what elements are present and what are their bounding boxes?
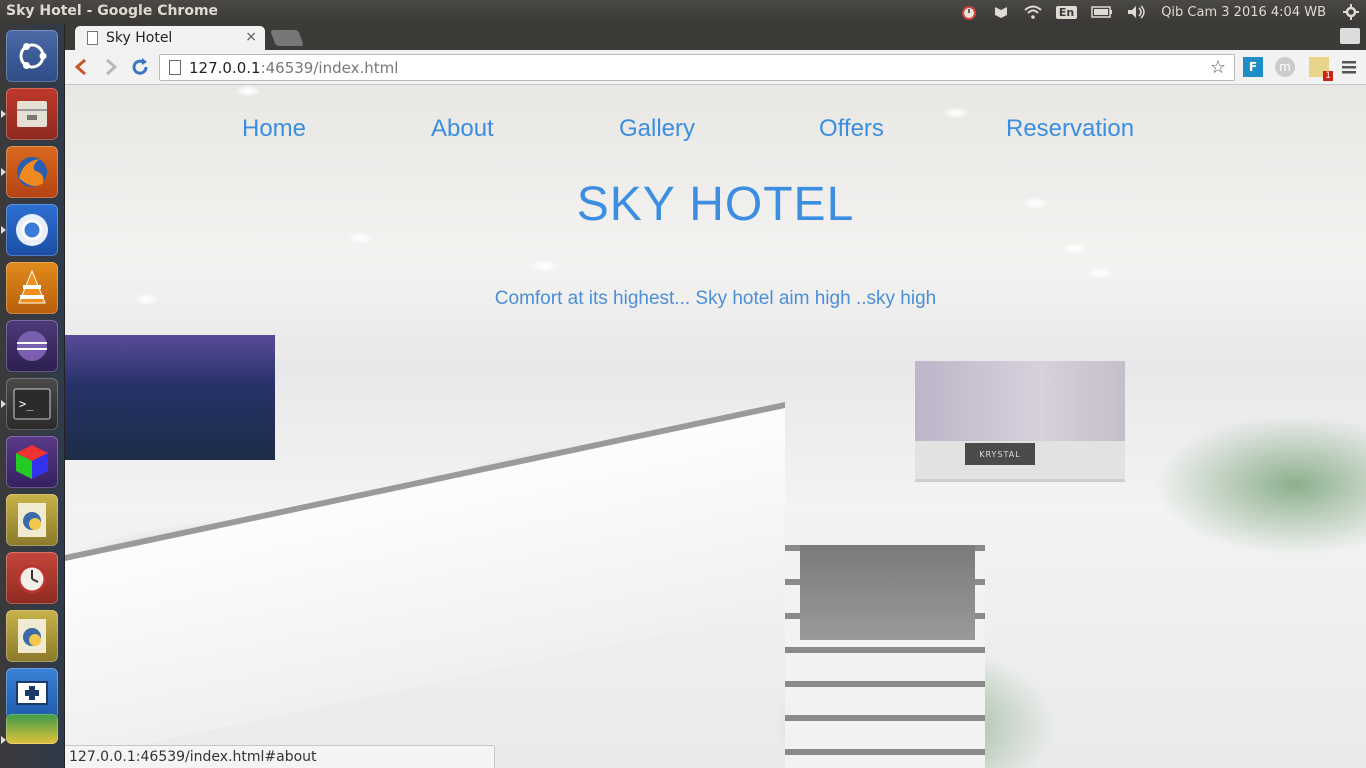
url-host: 127.0.0.1 <box>189 58 261 77</box>
address-bar[interactable]: 127.0.0.1:46539/index.html ☆ <box>159 54 1235 81</box>
vlc-icon[interactable] <box>6 262 58 314</box>
battery-icon[interactable] <box>1091 6 1113 18</box>
browser-toolbar: 127.0.0.1:46539/index.html ☆ F m 1 <box>65 50 1366 85</box>
bookmark-star-icon[interactable]: ☆ <box>1210 57 1226 78</box>
alarm-clock-icon[interactable] <box>6 552 58 604</box>
tab-sky-hotel[interactable]: Sky Hotel × <box>75 26 265 50</box>
gear-icon[interactable] <box>1343 4 1359 20</box>
chrome-menu-icon[interactable] <box>1339 57 1359 77</box>
tab-close-icon[interactable]: × <box>245 29 257 45</box>
page-icon <box>87 31 98 45</box>
files-icon[interactable] <box>1 88 58 140</box>
site-tagline: Comfort at its highest... Sky hotel aim … <box>494 288 937 309</box>
screenshot-tool-icon[interactable] <box>6 668 58 720</box>
site-title: SKY HOTEL <box>576 178 855 231</box>
nav-offers[interactable]: Offers <box>819 115 884 143</box>
tab-title: Sky Hotel <box>106 30 173 46</box>
unity-launcher: >_ <box>0 24 65 768</box>
terminal-icon[interactable]: >_ <box>1 378 58 430</box>
tab-strip: Sky Hotel × <box>65 24 1366 50</box>
clock[interactable]: Qib Cam 3 2016 4:04 WB <box>1161 5 1326 20</box>
chrome-launcher-icon[interactable] <box>1 714 58 744</box>
dropbox-icon[interactable] <box>992 4 1010 20</box>
extension-m-icon[interactable]: m <box>1275 57 1295 77</box>
new-tab-button[interactable] <box>270 30 304 46</box>
python-script-2-icon[interactable] <box>6 610 58 662</box>
profile-button[interactable] <box>1340 28 1360 44</box>
svg-text:>_: >_ <box>19 397 34 411</box>
page-info-icon[interactable] <box>169 60 181 75</box>
firefox-icon[interactable] <box>1 146 58 198</box>
volume-icon[interactable] <box>1127 5 1147 19</box>
extension-badge-icon[interactable]: 1 <box>1309 57 1333 81</box>
back-button[interactable] <box>69 55 93 79</box>
eclipse-icon[interactable] <box>6 320 58 372</box>
site-nav: Home About Gallery Offers Reservation <box>65 115 1366 155</box>
lobby-sign: KRYSTAL <box>965 443 1035 465</box>
nav-about[interactable]: About <box>431 115 494 143</box>
cube-app-icon[interactable] <box>6 436 58 488</box>
reload-button[interactable] <box>128 55 152 79</box>
python-script-icon[interactable] <box>6 494 58 546</box>
extension-badge-count: 1 <box>1323 71 1333 81</box>
chrome-window: Sky Hotel × 127.0.0.1:46539/index.html ☆… <box>65 24 1366 768</box>
url-path: :46539/index.html <box>260 58 399 77</box>
web-page: KRYSTAL Home About Gallery Offers Reserv… <box>65 85 1366 768</box>
wifi-icon[interactable] <box>1024 5 1042 19</box>
forward-button[interactable] <box>99 55 123 79</box>
nav-home[interactable]: Home <box>242 115 306 143</box>
nav-reservation[interactable]: Reservation <box>1006 115 1134 143</box>
window-title: Sky Hotel - Google Chrome <box>6 3 219 19</box>
top-panel: Sky Hotel - Google Chrome En Qib Cam 3 2… <box>0 0 1366 24</box>
system-tray: En Qib Cam 3 2016 4:04 WB <box>953 0 1366 24</box>
nav-gallery[interactable]: Gallery <box>619 115 695 143</box>
keyboard-layout-indicator[interactable]: En <box>1055 5 1078 19</box>
chromium-icon[interactable] <box>1 204 58 256</box>
extension-f-icon[interactable]: F <box>1243 57 1263 77</box>
alarm-icon[interactable] <box>960 3 978 21</box>
status-bubble-url: 127.0.0.1:46539/index.html#about <box>65 745 495 768</box>
ubuntu-dash-icon[interactable] <box>6 30 58 82</box>
